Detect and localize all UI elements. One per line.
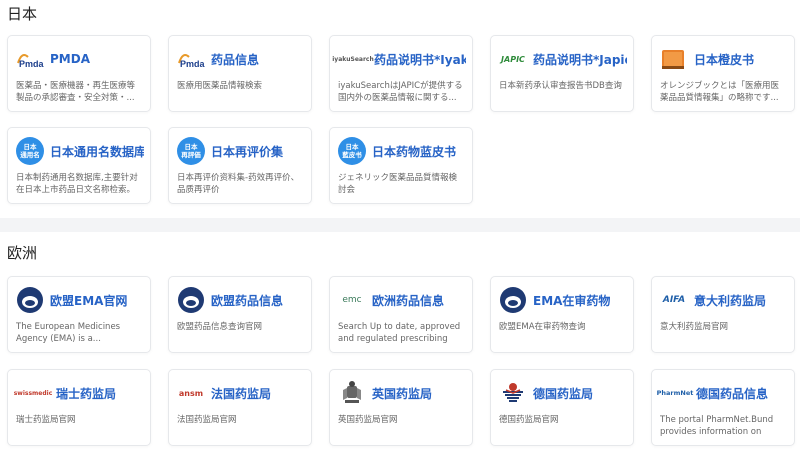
reevaluation-badge-icon: 日本 再評価 [177, 137, 205, 165]
card-desc: 法国药监局官网 [177, 415, 237, 425]
card-title: 德国药监局 [533, 386, 594, 401]
japan-section: 日本 Pmda PMDA 医薬品・医療機器・再生医療等製品の承認審査・安全対策・… [0, 0, 800, 218]
card-title: 法国药监局 [211, 386, 272, 401]
card-title: 欧洲药品信息 [372, 293, 445, 308]
orange-book-icon [660, 45, 688, 73]
card-desc: オレンジブックとは「医療用医薬品品質情報集」の略称です... [660, 81, 780, 103]
card-title: 意大利药监局 [694, 293, 767, 308]
card-ema-review[interactable]: EMA在审药物 欧盟EMA在审药物查询 [490, 276, 634, 353]
card-desc: 英国药监局官网 [338, 415, 398, 425]
section-title-japan: 日本 [7, 5, 38, 23]
card-title: PMDA [50, 52, 90, 66]
card-orange-book[interactable]: 日本橙皮书 オレンジブックとは「医療用医薬品品質情報集」の略称です... [651, 35, 795, 112]
japic-logo-icon: JAPIC [501, 54, 525, 64]
pmda-logo-icon: Pmda [16, 45, 44, 73]
card-desc: 日本新药承认审查报告书DB查询 [499, 81, 622, 91]
card-mhra[interactable]: 英国药监局 英国药监局官网 [329, 369, 473, 446]
pmda-logo-icon: Pmda [177, 45, 205, 73]
card-desc: 瑞士药监局官网 [16, 415, 76, 425]
card-desc: iyakuSearchはJAPICが提供する国内外の医薬品情報に関する... [338, 81, 463, 103]
section-title-europe: 欧洲 [7, 244, 38, 262]
card-title: 日本橙皮书 [694, 52, 755, 67]
card-desc: 意大利药监局官网 [660, 322, 729, 332]
card-desc: ジェネリック医薬品品質情報検討会 [338, 173, 458, 195]
card-generic-name-db[interactable]: 日本 通用名 日本通用名数据库 日本制药通用名数据库,主要针对在日本上市药品日文… [7, 127, 151, 204]
card-title: 药品说明书*Iyaku [374, 52, 466, 67]
card-desc: 欧盟药品信息查询官网 [177, 322, 263, 332]
card-title: 日本再评价集 [211, 144, 284, 159]
ema-logo-icon [16, 286, 44, 314]
aifa-logo-icon: AIFA [662, 295, 686, 305]
card-title: 德国药品信息 [696, 386, 769, 401]
card-title: EMA在审药物 [533, 293, 611, 308]
card-title: 日本通用名数据库 [50, 144, 144, 159]
card-ema-official[interactable]: 欧盟EMA官网 The European Medicines Agency (E… [7, 276, 151, 353]
card-title: 日本药物蓝皮书 [372, 144, 457, 159]
card-title: 欧盟EMA官网 [50, 293, 128, 308]
card-desc: 医療用医薬品情報検索 [177, 81, 263, 91]
card-bfarm[interactable]: 德国药监局 德国药监局官网 [490, 369, 634, 446]
card-desc: 医薬品・医療機器・再生医療等製品の承認審査・安全対策・... [16, 81, 136, 103]
card-title: 欧盟药品信息 [211, 293, 284, 308]
card-desc: 欧盟EMA在审药物查询 [499, 322, 586, 332]
card-swissmedic[interactable]: swissmedic 瑞士药监局 瑞士药监局官网 [7, 369, 151, 446]
card-desc: 德国药监局官网 [499, 415, 559, 425]
ema-logo-icon [177, 286, 205, 314]
svg-text:Pmda: Pmda [19, 59, 44, 69]
uk-crest-icon [338, 379, 366, 407]
iyakusearch-logo-icon: iyakuSearch [332, 55, 374, 63]
card-drug-info[interactable]: Pmda 药品信息 医療用医薬品情報検索 [168, 35, 312, 112]
card-iyaku[interactable]: iyakuSearch 药品说明书*Iyaku iyakuSearchはJAPI… [329, 35, 473, 112]
card-desc: Search Up to date, approved and regulate… [338, 322, 461, 344]
card-reevaluation[interactable]: 日本 再評価 日本再评价集 日本再评价资料集-药效再评价、品质再评价 [168, 127, 312, 204]
pharmnet-logo-icon: PharmNet [656, 389, 694, 397]
card-title: 英国药监局 [372, 386, 433, 401]
card-emc[interactable]: emc 欧洲药品信息 Search Up to date, approved a… [329, 276, 473, 353]
card-desc: The portal PharmNet.Bund provides inform… [660, 415, 774, 437]
swissmedic-logo-icon: swissmedic [13, 389, 53, 397]
card-blue-book[interactable]: 日本 藍皮书 日本药物蓝皮书 ジェネリック医薬品品質情報検討会 [329, 127, 473, 204]
blue-book-badge-icon: 日本 藍皮书 [338, 137, 366, 165]
card-eu-drug-info[interactable]: 欧盟药品信息 欧盟药品信息查询官网 [168, 276, 312, 353]
card-ansm[interactable]: ansm 法国药监局 法国药监局官网 [168, 369, 312, 446]
bfarm-logo-icon [499, 379, 527, 407]
card-desc: 日本制药通用名数据库,主要针对在日本上市药品日文名称检索。 [16, 173, 138, 195]
card-title: 瑞士药监局 [56, 386, 117, 401]
generic-name-badge-icon: 日本 通用名 [16, 137, 44, 165]
ansm-logo-icon: ansm [178, 388, 204, 398]
card-japic[interactable]: JAPIC 药品说明书*Japic 日本新药承认审查报告书DB查询 [490, 35, 634, 112]
card-desc: The European Medicines Agency (EMA) is a… [16, 322, 121, 344]
card-title: 药品说明书*Japic [533, 52, 627, 67]
europe-section: 欧洲 欧盟EMA官网 The European Medicines Agency… [0, 232, 800, 453]
ema-logo-icon [499, 286, 527, 314]
card-pmda[interactable]: Pmda PMDA 医薬品・医療機器・再生医療等製品の承認審査・安全対策・... [7, 35, 151, 112]
card-desc: 日本再评价资料集-药效再评价、品质再评价 [177, 173, 300, 195]
card-title: 药品信息 [211, 52, 260, 67]
svg-text:Pmda: Pmda [180, 59, 205, 69]
card-aifa[interactable]: AIFA 意大利药监局 意大利药监局官网 [651, 276, 795, 353]
section-divider [0, 218, 800, 232]
card-pharmnet[interactable]: PharmNet 德国药品信息 The portal PharmNet.Bund… [651, 369, 795, 446]
emc-logo-icon: emc [342, 295, 362, 305]
